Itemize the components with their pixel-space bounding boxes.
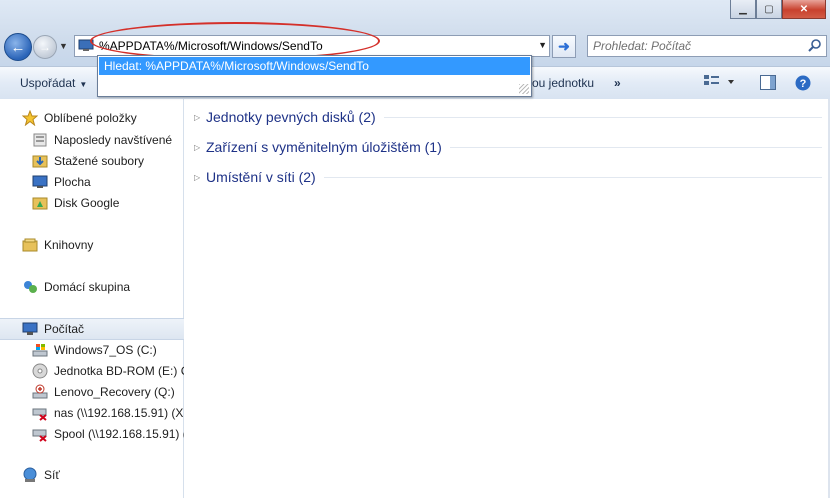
close-icon[interactable]: ✕ [782, 0, 826, 19]
arrow-left-icon: ← [10, 38, 26, 56]
chevron-down-icon[interactable]: ▼ [538, 40, 547, 50]
nav-desktop[interactable]: Plocha [0, 172, 215, 192]
disconnected-network-drive-icon [32, 426, 48, 442]
expand-triangle-icon[interactable]: ▷ [194, 173, 206, 182]
nav-item-label: Naposledy navštívené [54, 133, 173, 147]
autocomplete-dropdown: Hledat: %APPDATA%/Microsoft/Windows/Send… [97, 55, 532, 97]
nav-item-label: Spool (\\192.168.15.91) ( [54, 427, 187, 441]
nav-item-label: Lenovo_Recovery (Q:) [54, 385, 175, 399]
nav-drive-q[interactable]: Lenovo_Recovery (Q:) [0, 382, 215, 402]
search-input[interactable]: Prohledat: Počítač [593, 39, 691, 53]
group-hard-drives[interactable]: ▷ Jednotky pevných disků (2) [194, 109, 822, 125]
nav-homegroup[interactable]: Domácí skupina [0, 277, 205, 297]
disconnected-network-drive-icon [32, 405, 48, 421]
star-icon [22, 110, 38, 126]
help-icon[interactable]: ? [795, 75, 811, 94]
arrow-right-icon: → [39, 40, 51, 54]
nav-item-label: Jednotka BD-ROM (E:) C_ [54, 364, 197, 378]
recovery-drive-icon [32, 384, 48, 400]
computer-icon [22, 321, 38, 337]
content-pane: ▷ Jednotky pevných disků (2) ▷ Zařízení … [184, 99, 828, 498]
nav-drive-spool[interactable]: Spool (\\192.168.15.91) ( [0, 424, 215, 444]
optical-drive-icon [32, 363, 48, 379]
nav-item-label: Stažené soubory [54, 154, 145, 168]
nav-computer-label: Počítač [44, 322, 85, 336]
chevron-down-icon: ▼ [79, 80, 88, 89]
navigation-pane: Oblíbené položky Naposledy navštívené St… [0, 99, 205, 498]
nav-libraries[interactable]: Knihovny [0, 235, 205, 255]
group-label: Zařízení s vyměnitelným úložištěm (1) [206, 139, 442, 155]
windows-drive-icon [32, 342, 48, 358]
recent-pages-dropdown[interactable]: ▼ [59, 41, 68, 51]
nav-google-drive[interactable]: Disk Google [0, 193, 215, 213]
expand-triangle-icon[interactable]: ▷ [194, 143, 206, 152]
nav-recent-places[interactable]: Naposledy navštívené [0, 130, 215, 150]
downloads-folder-icon [32, 153, 48, 169]
group-network-locations[interactable]: ▷ Umístění v síti (2) [194, 169, 822, 185]
group-divider [323, 176, 822, 178]
resize-grip-icon[interactable] [519, 84, 529, 94]
nav-item-label: Plocha [54, 175, 91, 189]
view-options-icon[interactable] [704, 74, 734, 93]
expand-triangle-icon[interactable]: ▷ [194, 113, 206, 122]
search-icon[interactable] [808, 38, 822, 55]
nav-libraries-label: Knihovny [44, 238, 94, 252]
nav-favorites-label: Oblíbené položky [44, 111, 137, 125]
nav-drive-c[interactable]: Windows7_OS (C:) [0, 340, 215, 360]
network-icon [22, 467, 38, 483]
nav-favorites[interactable]: Oblíbené položky [0, 108, 205, 128]
nav-downloads[interactable]: Stažené soubory [0, 151, 215, 171]
preview-pane-icon[interactable] [760, 75, 776, 93]
nav-homegroup-label: Domácí skupina [44, 280, 131, 294]
desktop-icon [32, 174, 48, 190]
libraries-icon [22, 237, 38, 253]
group-label: Jednotky pevných disků (2) [206, 109, 376, 125]
search-box[interactable]: Prohledat: Počítač [587, 35, 827, 57]
nav-network-label: Síť [44, 468, 60, 482]
nav-drive-e[interactable]: Jednotka BD-ROM (E:) C_ [0, 361, 215, 381]
arrow-right-icon: ➜ [558, 38, 570, 54]
nav-item-label: nas (\\192.168.15.91) (X:) [54, 406, 191, 420]
nav-drive-x[interactable]: nas (\\192.168.15.91) (X:) [0, 403, 215, 423]
organize-button[interactable]: Uspořádat ▼ [20, 76, 87, 90]
nav-item-label: Disk Google [54, 196, 120, 210]
autocomplete-item[interactable]: Hledat: %APPDATA%/Microsoft/Windows/Send… [99, 57, 530, 75]
homegroup-icon [22, 279, 38, 295]
nav-computer[interactable]: Počítač [0, 318, 205, 340]
group-removable-storage[interactable]: ▷ Zařízení s vyměnitelným úložištěm (1) [194, 139, 822, 155]
more-commands-button[interactable]: » [614, 76, 621, 90]
nav-network[interactable]: Síť [0, 465, 205, 485]
organize-label: Uspořádat [20, 76, 76, 90]
back-button[interactable]: ← [4, 33, 32, 61]
forward-button[interactable]: → [33, 35, 57, 59]
google-drive-folder-icon [32, 195, 48, 211]
recent-places-icon [32, 132, 48, 148]
group-divider [383, 116, 822, 118]
window-controls: ▁ ▢ ✕ [730, 0, 826, 19]
toolbar-partial-button[interactable]: ou jednotku [532, 76, 594, 90]
minimize-icon[interactable]: ▁ [730, 0, 756, 19]
group-label: Umístění v síti (2) [206, 169, 316, 185]
maximize-icon[interactable]: ▢ [756, 0, 782, 19]
nav-item-label: Windows7_OS (C:) [54, 343, 157, 357]
group-divider [449, 146, 822, 148]
go-button[interactable]: ➜ [552, 35, 576, 58]
svg-text:?: ? [800, 78, 807, 90]
